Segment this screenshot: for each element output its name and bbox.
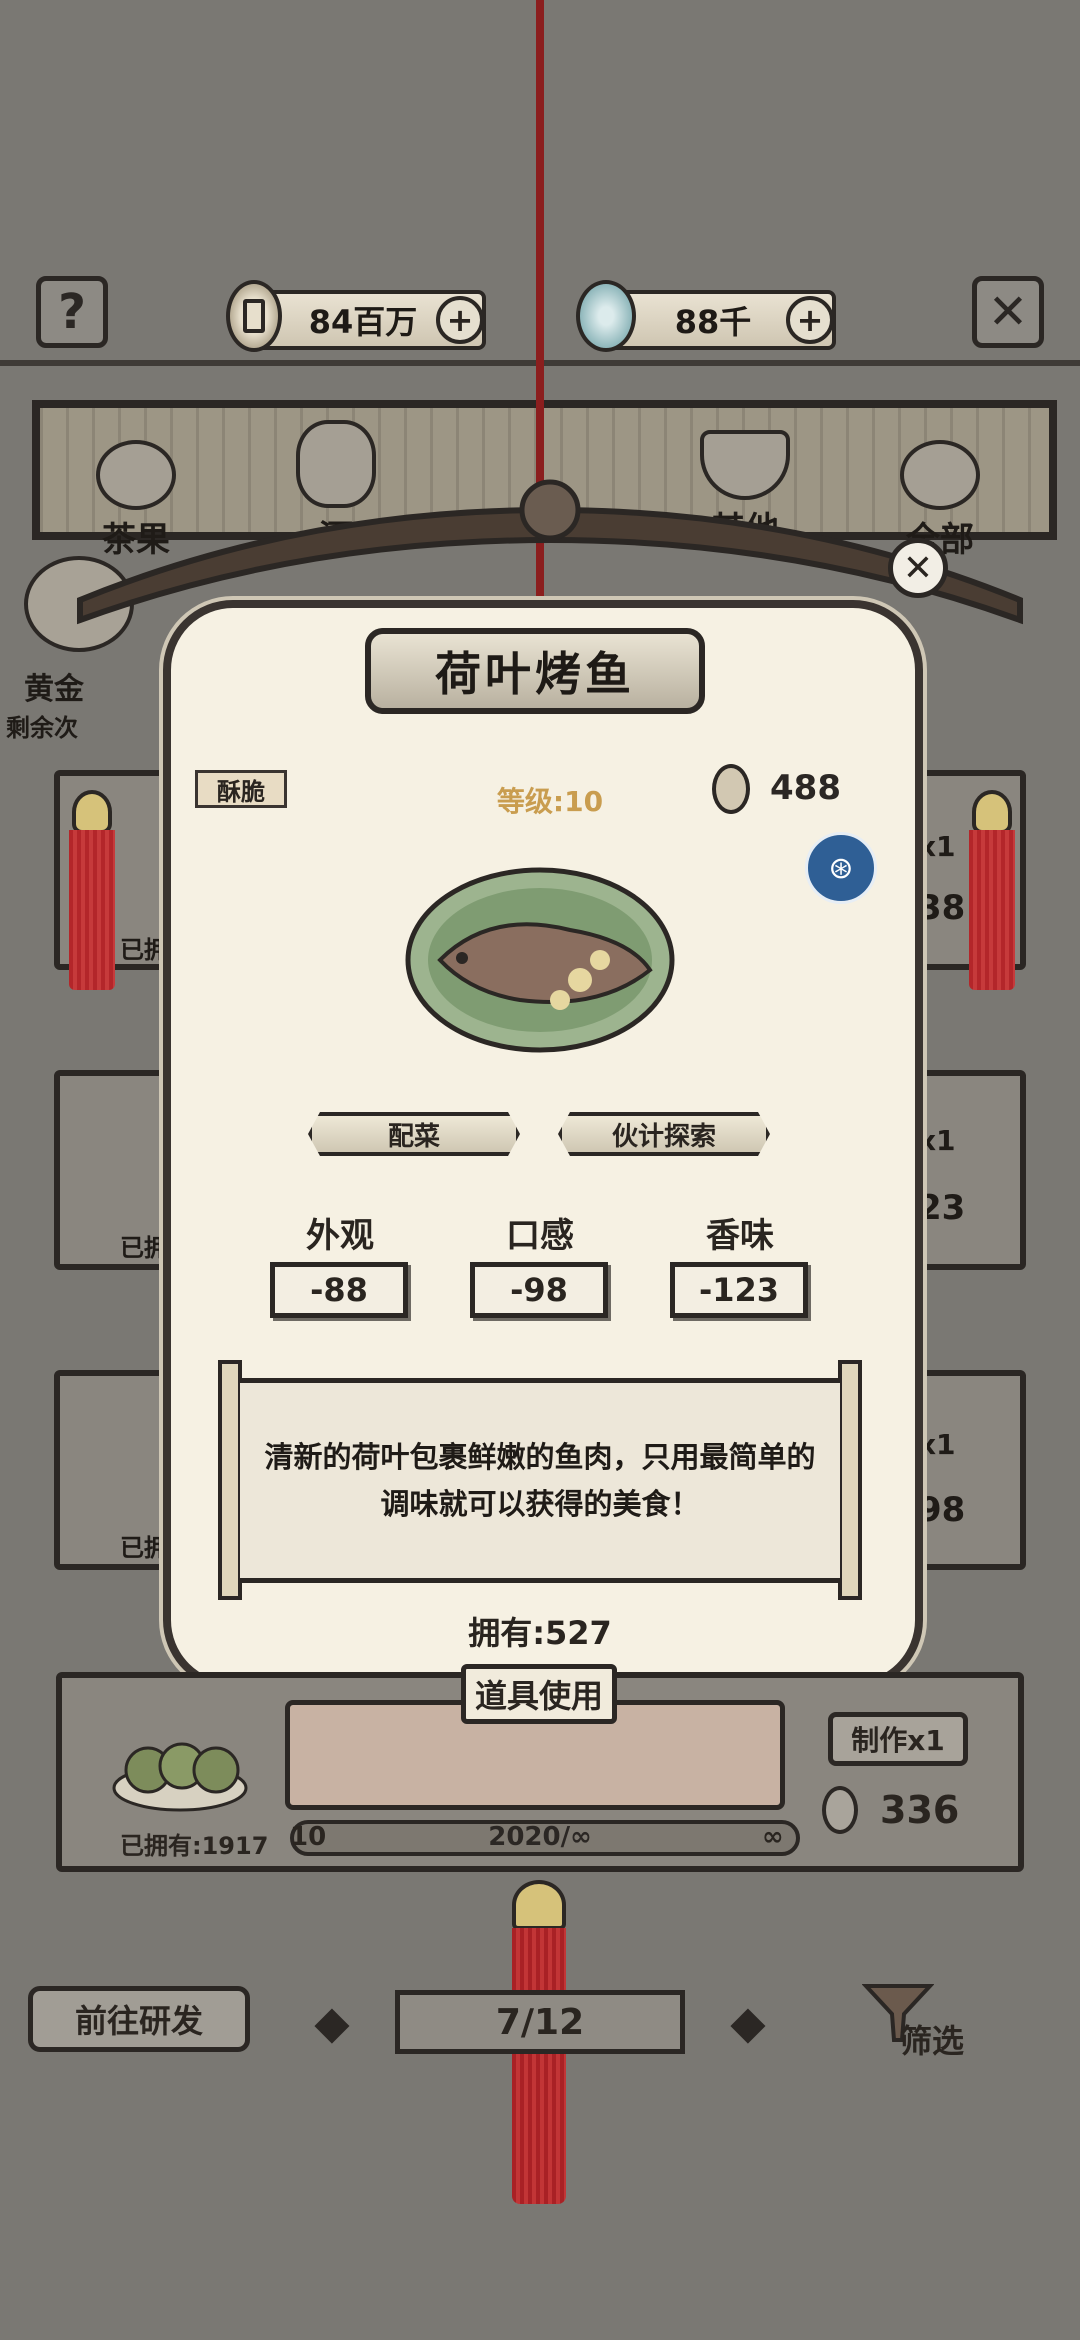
make-count-fragment: x1 bbox=[918, 1428, 956, 1461]
price-fragment: 98 bbox=[918, 1490, 966, 1530]
side-dish-button[interactable]: 配菜 bbox=[308, 1112, 520, 1156]
stat-label-texture: 口感 bbox=[506, 1216, 574, 1256]
make-button[interactable]: 制作x1 bbox=[828, 1712, 968, 1766]
next-page-button[interactable]: ◆ bbox=[716, 1990, 780, 2054]
page-number: 7/12 bbox=[495, 2001, 585, 2043]
owned-partial: 已拥 bbox=[120, 1234, 168, 1262]
item-price: 336 bbox=[880, 1788, 960, 1832]
dish-tag: 酥脆 bbox=[195, 770, 287, 808]
price-fragment: 23 bbox=[918, 1188, 966, 1228]
goto-research-button[interactable]: 前往研发 bbox=[28, 1986, 250, 2052]
slider-max-label: ∞ bbox=[762, 1822, 784, 1852]
coin-icon bbox=[226, 280, 282, 352]
plate-badge-icon[interactable]: ⊛ bbox=[805, 832, 877, 904]
chevron-right-icon: ◆ bbox=[730, 1995, 766, 2049]
stat-value-appearance: -88 bbox=[270, 1262, 408, 1318]
golden-category-label: 黄金 bbox=[24, 672, 84, 707]
close-detail-button[interactable]: ✕ bbox=[888, 538, 948, 598]
stat-label-aroma: 香味 bbox=[706, 1216, 774, 1256]
close-icon: ✕ bbox=[987, 284, 1029, 340]
price-fragment: 38 bbox=[918, 888, 966, 928]
stat-value-aroma: -123 bbox=[670, 1262, 808, 1318]
slider-min-label: 10 bbox=[290, 1822, 327, 1852]
owned-count: 拥有:527 bbox=[468, 1614, 612, 1652]
dish-price: 488 bbox=[770, 768, 841, 808]
tassel-right bbox=[968, 790, 1016, 990]
add-coins-button[interactable]: + bbox=[436, 296, 484, 344]
owned-partial: 已拥 bbox=[120, 936, 168, 964]
gem-icon bbox=[576, 280, 636, 352]
plus-icon: + bbox=[796, 301, 824, 339]
prev-page-button[interactable]: ◆ bbox=[300, 1990, 364, 2054]
dish-title: 荷叶烤鱼 bbox=[365, 628, 705, 714]
coin-icon bbox=[822, 1786, 858, 1834]
owned-partial: 已拥 bbox=[120, 1534, 168, 1562]
lotus-fish-dish-image bbox=[405, 867, 675, 1053]
slider-value: 2020/∞ bbox=[488, 1822, 592, 1852]
remaining-label: 剩余次 bbox=[6, 714, 78, 742]
help-button[interactable]: ? bbox=[36, 276, 108, 348]
dish-level: 等级:10 bbox=[496, 785, 604, 818]
add-gems-button[interactable]: + bbox=[786, 296, 834, 344]
coin-icon bbox=[712, 764, 750, 814]
stat-value-texture: -98 bbox=[470, 1262, 608, 1318]
close-button[interactable]: ✕ bbox=[972, 276, 1044, 348]
plus-icon: + bbox=[446, 301, 474, 339]
green-cakes-image bbox=[112, 1742, 248, 1812]
filter-label[interactable]: 筛选 bbox=[900, 2016, 964, 2062]
close-icon: ✕ bbox=[902, 547, 934, 589]
use-item-button[interactable]: 道具使用 bbox=[461, 1664, 617, 1724]
chevron-left-icon: ◆ bbox=[314, 1995, 350, 2049]
dish-description: 清新的荷叶包裹鲜嫩的鱼肉，只用最简单的调味就可以获得的美食！ bbox=[240, 1378, 840, 1583]
question-icon: ? bbox=[58, 284, 86, 340]
make-count-fragment: x1 bbox=[918, 1124, 956, 1157]
page-indicator: 7/12 bbox=[395, 1990, 685, 2054]
stat-label-appearance: 外观 bbox=[306, 1216, 374, 1256]
partner-explore-button[interactable]: 伙计探索 bbox=[558, 1112, 770, 1156]
item-owned-count: 已拥有:1917 bbox=[120, 1832, 269, 1860]
scroll-roller-left bbox=[218, 1360, 242, 1600]
make-count-fragment: x1 bbox=[918, 830, 956, 863]
tassel-left bbox=[68, 790, 116, 990]
scroll-roller-right bbox=[838, 1360, 862, 1600]
